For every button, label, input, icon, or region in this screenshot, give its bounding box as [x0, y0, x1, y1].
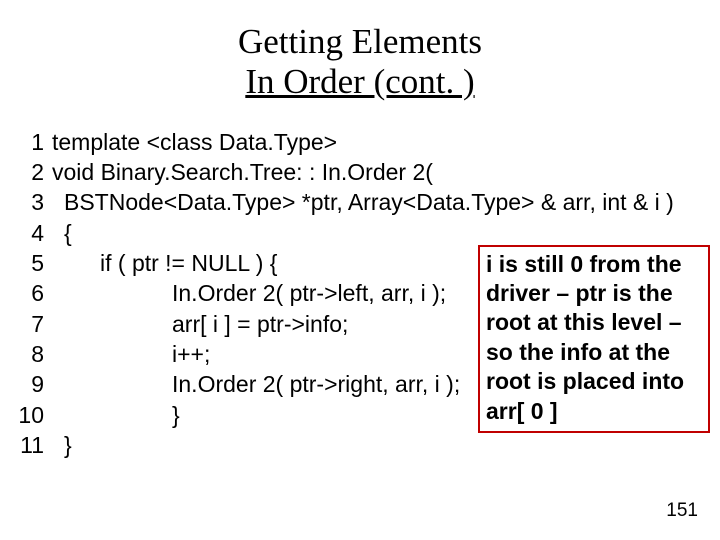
line-number: 1: [14, 127, 52, 157]
line-number: 2: [14, 157, 52, 187]
code-line: 2void Binary.Search.Tree: : In.Order 2(: [14, 157, 706, 187]
code-text: }: [52, 400, 180, 430]
slide-body: 1template <class Data.Type>2void Binary.…: [14, 127, 706, 461]
line-number: 4: [14, 218, 52, 248]
slide-title: Getting Elements In Order (cont. ): [14, 22, 706, 103]
slide: Getting Elements In Order (cont. ) 1temp…: [0, 0, 720, 540]
code-line: 11}: [14, 430, 706, 460]
title-line-2: In Order (cont. ): [245, 62, 474, 101]
line-number: 10: [14, 400, 52, 430]
title-line-1: Getting Elements: [238, 22, 482, 61]
line-number: 3: [14, 187, 52, 217]
code-text: BSTNode<Data.Type> *ptr, Array<Data.Type…: [52, 187, 674, 217]
annotation-callout: i is still 0 from the driver – ptr is th…: [478, 245, 710, 434]
code-line: 4{: [14, 218, 706, 248]
line-number: 5: [14, 248, 52, 278]
line-number: 11: [14, 430, 52, 460]
code-text: if ( ptr != NULL ) {: [52, 248, 277, 278]
code-text: void Binary.Search.Tree: : In.Order 2(: [52, 157, 433, 187]
code-text: In.Order 2( ptr->left, arr, i );: [52, 278, 446, 308]
code-text: template <class Data.Type>: [52, 127, 337, 157]
code-text: In.Order 2( ptr->right, arr, i );: [52, 369, 460, 399]
code-text: {: [52, 218, 72, 248]
line-number: 8: [14, 339, 52, 369]
code-text: arr[ i ] = ptr->info;: [52, 309, 348, 339]
line-number: 7: [14, 309, 52, 339]
line-number: 6: [14, 278, 52, 308]
code-text: }: [52, 430, 72, 460]
code-text: i++;: [52, 339, 210, 369]
annotation-text: i is still 0 from the driver – ptr is th…: [486, 251, 684, 424]
page-number: 151: [666, 500, 698, 522]
code-line: 1template <class Data.Type>: [14, 127, 706, 157]
code-line: 3BSTNode<Data.Type> *ptr, Array<Data.Typ…: [14, 187, 706, 217]
line-number: 9: [14, 369, 52, 399]
